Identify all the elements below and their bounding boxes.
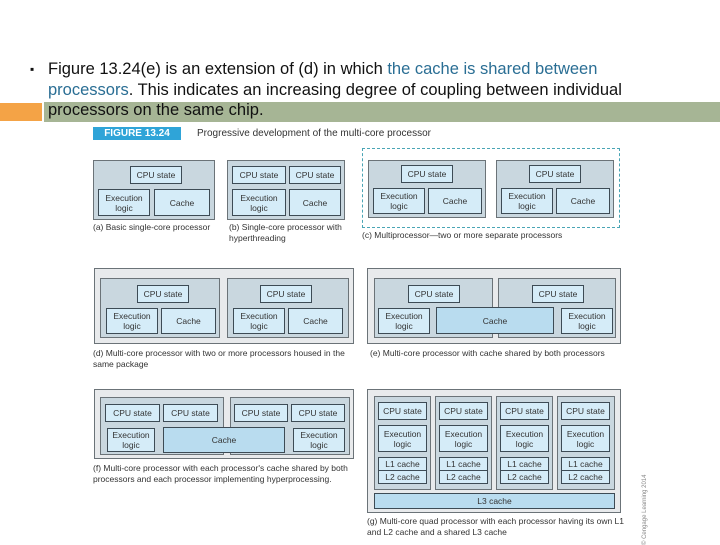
execution-logic-box: Execution logic <box>373 188 425 214</box>
shared-cache-box: Cache <box>436 307 554 334</box>
cpu-state-box: CPU state <box>232 166 286 184</box>
orange-accent-bar <box>0 103 42 121</box>
caption-g: (g) Multi-core quad processor with each … <box>367 516 625 537</box>
caption-e: (e) Multi-core processor with cache shar… <box>370 348 605 358</box>
caption-a: (a) Basic single-core processor <box>93 222 211 232</box>
cache-box: Cache <box>428 188 482 214</box>
cache-box: Cache <box>154 189 210 216</box>
cache-box: Cache <box>161 308 216 334</box>
diagram-f-package: CPU state CPU state Execution logic CPU … <box>94 389 354 459</box>
caption-c: (c) Multiprocessor—two or more separate … <box>362 230 563 240</box>
diagram-e-package: CPU state Execution logic CPU state Exec… <box>367 268 621 344</box>
diagram-b-package: CPU state CPU state Execution logic Cach… <box>227 160 345 220</box>
caption-b: (b) Single-core processor with hyperthre… <box>229 222 342 243</box>
execution-logic-box: Execution logic <box>293 428 345 452</box>
cpu-state-box: CPU state <box>260 285 312 303</box>
diagram-g-package: CPU state Execution logic L1 cache L2 ca… <box>367 389 621 513</box>
core-3: CPU state Execution logic L1 cache L2 ca… <box>496 396 553 490</box>
bullet-highlight-2: processors <box>48 81 129 99</box>
core-1: CPU state Execution logic L1 cache L2 ca… <box>374 396 431 490</box>
copyright-notice: © Cengage Learning 2014 <box>642 474 648 545</box>
cpu-state-box: CPU state <box>378 402 427 420</box>
cpu-state-box: CPU state <box>105 404 160 422</box>
core-2: CPU state Execution logic L1 cache L2 ca… <box>435 396 492 490</box>
execution-logic-box: Execution logic <box>501 188 553 214</box>
bullet-text: Figure 13.24(e) is an extension of (d) i… <box>48 59 708 101</box>
bullet-text-line3: processors on the same chip. <box>48 101 264 119</box>
caption-f: (f) Multi-core processor with each proce… <box>93 463 348 484</box>
core-2: CPU state Execution logic Cache <box>227 278 349 338</box>
l1-cache-box: L1 cache <box>439 457 488 471</box>
cache-box: Cache <box>289 189 341 216</box>
execution-logic-box: Execution logic <box>561 425 610 452</box>
execution-logic-box: Execution logic <box>98 189 150 216</box>
bullet-text-part2: . This indicates an increasing degree of… <box>128 81 622 99</box>
cpu-state-box: CPU state <box>291 404 345 422</box>
bullet-marker: ▪ <box>30 62 35 76</box>
cpu-state-box: CPU state <box>500 402 549 420</box>
cpu-state-box: CPU state <box>529 165 581 183</box>
l2-cache-box: L2 cache <box>439 470 488 484</box>
core-4: CPU state Execution logic L1 cache L2 ca… <box>557 396 615 490</box>
execution-logic-box: Execution logic <box>439 425 488 452</box>
bullet-text-part1: Figure 13.24(e) is an extension of (d) i… <box>48 60 388 78</box>
l2-cache-box: L2 cache <box>378 470 427 484</box>
cache-box: Cache <box>556 188 610 214</box>
caption-d: (d) Multi-core processor with two or mor… <box>93 348 345 369</box>
execution-logic-box: Execution logic <box>232 189 286 216</box>
figure-title: Progressive development of the multi-cor… <box>197 128 431 139</box>
l1-cache-box: L1 cache <box>561 457 610 471</box>
cpu-state-box: CPU state <box>439 402 488 420</box>
cpu-state-box: CPU state <box>234 404 288 422</box>
execution-logic-box: Execution logic <box>561 308 613 334</box>
l2-cache-box: L2 cache <box>500 470 549 484</box>
l3-cache-box: L3 cache <box>374 493 615 509</box>
figure-tag: FIGURE 13.24 <box>93 127 181 140</box>
l2-cache-box: L2 cache <box>561 470 610 484</box>
diagram-a-package: CPU state Execution logic Cache <box>93 160 215 220</box>
execution-logic-box: Execution logic <box>378 308 430 334</box>
diagram-c-processor-1: CPU state Execution logic Cache <box>368 160 486 218</box>
l1-cache-box: L1 cache <box>500 457 549 471</box>
bullet-highlight-1: the cache is shared between <box>387 60 598 78</box>
execution-logic-box: Execution logic <box>233 308 285 334</box>
l1-cache-box: L1 cache <box>378 457 427 471</box>
cpu-state-box: CPU state <box>561 402 610 420</box>
diagram-d-package: CPU state Execution logic Cache CPU stat… <box>94 268 354 344</box>
cpu-state-box: CPU state <box>163 404 218 422</box>
cpu-state-box: CPU state <box>130 166 182 184</box>
cpu-state-box: CPU state <box>408 285 460 303</box>
cpu-state-box: CPU state <box>289 166 341 184</box>
execution-logic-box: Execution logic <box>107 428 155 452</box>
execution-logic-box: Execution logic <box>106 308 158 334</box>
cache-box: Cache <box>288 308 343 334</box>
cpu-state-box: CPU state <box>401 165 453 183</box>
cpu-state-box: CPU state <box>532 285 584 303</box>
cpu-state-box: CPU state <box>137 285 189 303</box>
core-1: CPU state Execution logic Cache <box>100 278 220 338</box>
execution-logic-box: Execution logic <box>378 425 427 452</box>
execution-logic-box: Execution logic <box>500 425 549 452</box>
diagram-c-processor-2: CPU state Execution logic Cache <box>496 160 614 218</box>
shared-cache-box: Cache <box>163 427 285 453</box>
